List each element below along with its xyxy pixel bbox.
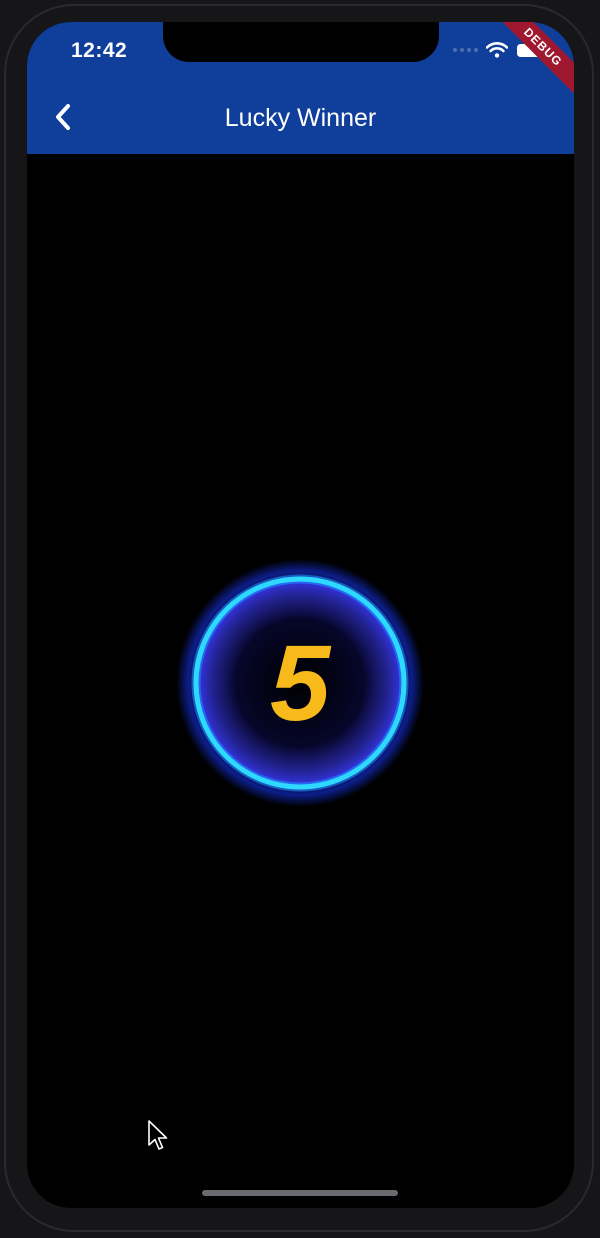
wifi-icon (486, 42, 508, 58)
countdown-ring: 5 (176, 559, 424, 807)
signal-dots-icon (453, 48, 478, 52)
app-screen: 12:42 DEBUG Lucky Winner 5 (27, 22, 574, 1208)
device-notch (163, 22, 439, 62)
status-time: 12:42 (71, 39, 128, 62)
countdown-number: 5 (269, 622, 331, 743)
debug-banner: DEBUG (489, 22, 574, 101)
page-title: Lucky Winner (224, 104, 377, 132)
home-indicator[interactable] (202, 1190, 398, 1196)
mouse-cursor-icon (148, 1120, 168, 1150)
phone-frame: 12:42 DEBUG Lucky Winner 5 (0, 0, 600, 1238)
app-bar: 12:42 DEBUG Lucky Winner (27, 22, 574, 154)
